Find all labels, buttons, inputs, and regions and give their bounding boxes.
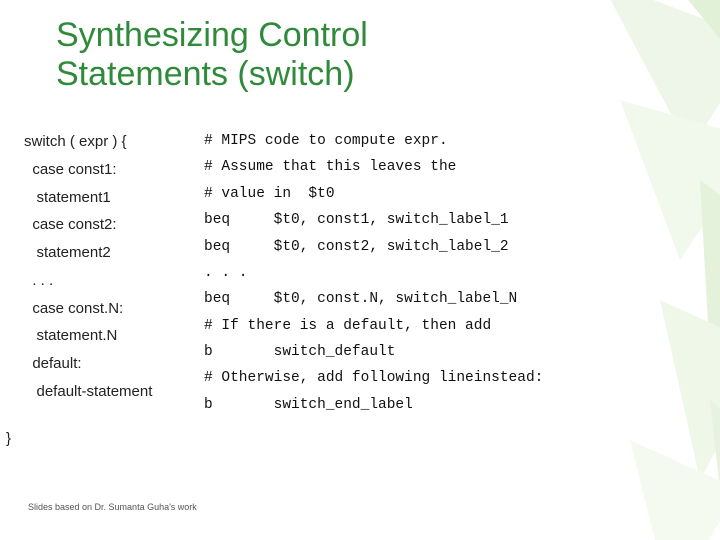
pseudo-line: statement.N — [24, 327, 117, 344]
pseudo-line: default: — [24, 355, 82, 372]
mips-line: beq $t0, const1, switch_label_1 — [204, 212, 509, 228]
pseudo-line: default-statement — [24, 383, 152, 400]
pseudo-line: case const.N: — [24, 300, 123, 317]
pseudocode-column: switch ( expr ) { case const1: statement… — [24, 128, 204, 418]
pseudo-line: switch ( expr ) { — [24, 133, 127, 150]
mips-line: beq $t0, const.N, switch_label_N — [204, 291, 517, 307]
slide-content: switch ( expr ) { case const1: statement… — [24, 128, 688, 418]
mips-line: . . . — [204, 265, 248, 281]
pseudo-line: case const2: — [24, 216, 117, 233]
mips-column: # MIPS code to compute expr. # Assume th… — [204, 128, 688, 418]
pseudo-line: statement2 — [24, 244, 111, 261]
mips-line: # Otherwise, add following lineinstead: — [204, 370, 543, 386]
mips-line: b switch_default — [204, 344, 395, 360]
mips-line: beq $t0, const2, switch_label_2 — [204, 239, 509, 255]
slide-title: Synthesizing Control Statements (switch) — [56, 16, 368, 94]
mips-line: # MIPS code to compute expr. — [204, 133, 448, 149]
pseudo-line: case const1: — [24, 161, 117, 178]
mips-line: # If there is a default, then add — [204, 318, 491, 334]
mips-line: # value in $t0 — [204, 186, 335, 202]
mips-line: b switch_end_label — [204, 397, 413, 413]
pseudo-line: statement1 — [24, 189, 111, 206]
pseudo-line: . . . — [24, 272, 53, 289]
title-line-2: Statements (switch) — [56, 55, 355, 93]
pseudo-close-brace: } — [6, 430, 11, 447]
mips-line: # Assume that this leaves the — [204, 159, 456, 175]
title-line-1: Synthesizing Control — [56, 16, 368, 54]
slide-footer: Slides based on Dr. Sumanta Guha's work — [28, 502, 197, 512]
